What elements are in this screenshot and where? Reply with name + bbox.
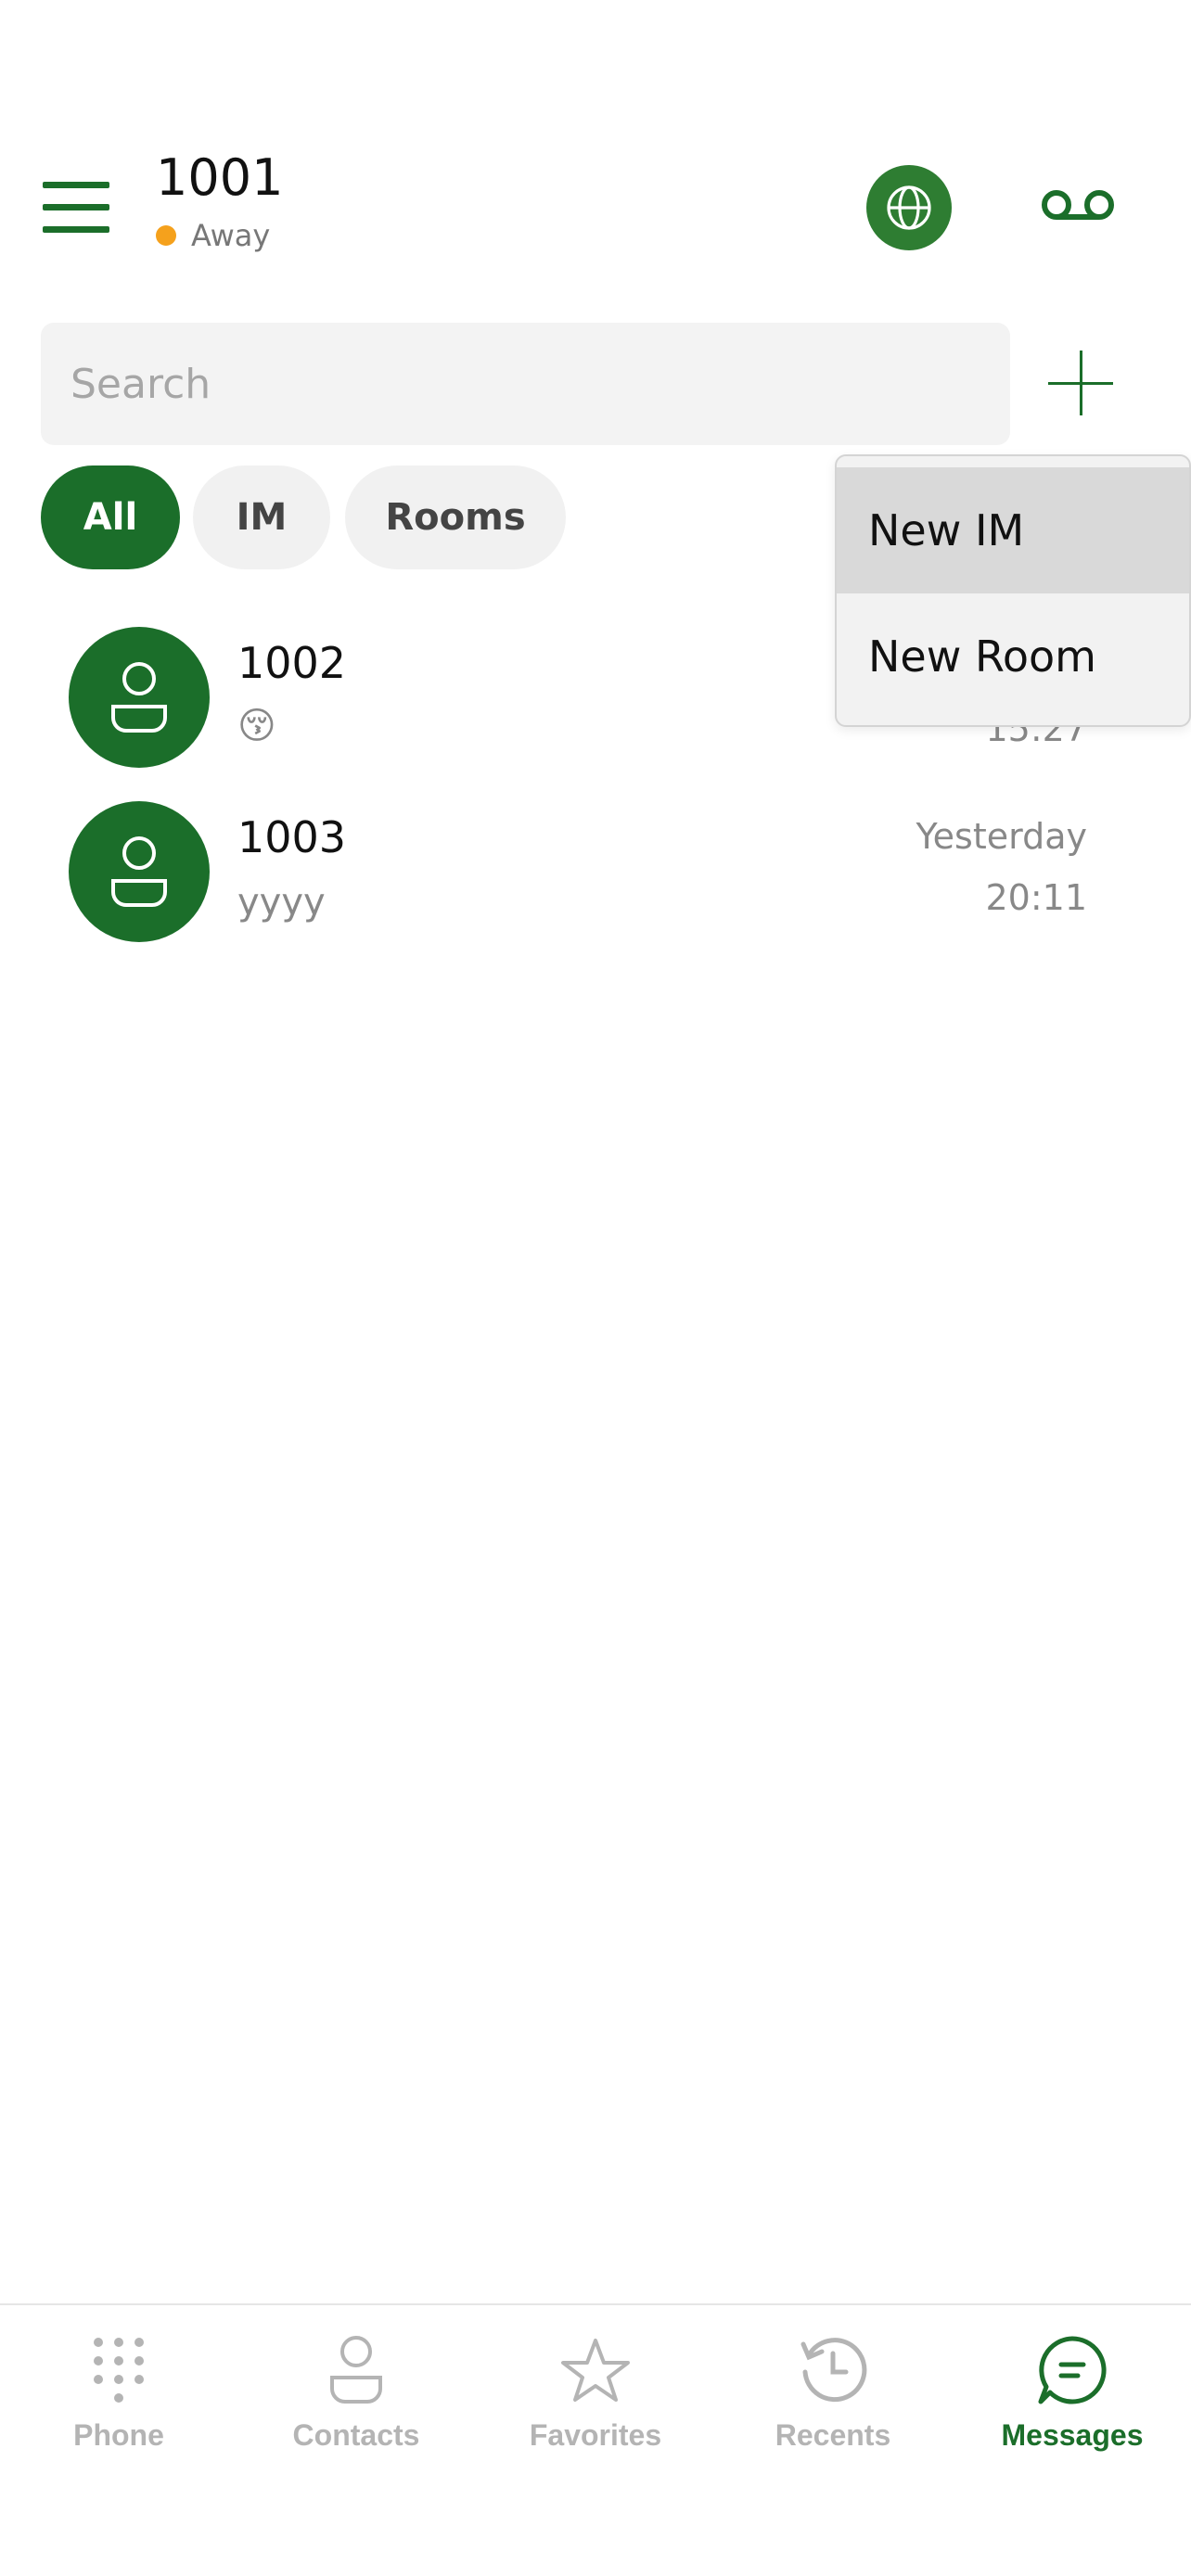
conversation-preview: yyyy: [237, 881, 326, 924]
conversation-name: 1003: [237, 812, 347, 862]
nav-item-recents[interactable]: Recents: [714, 2305, 952, 2491]
conversation-name: 1002: [237, 638, 347, 688]
status-text: Away: [191, 218, 271, 253]
nav-label-recents: Recents: [775, 2418, 891, 2452]
avatar: [69, 627, 210, 768]
star-icon: [558, 2333, 633, 2407]
search-input[interactable]: [41, 323, 1010, 445]
bottom-nav: Phone Contacts Favorites Recents Message…: [0, 2303, 1191, 2576]
person-icon: [111, 836, 167, 907]
dialpad-icon: [82, 2333, 156, 2407]
voicemail-icon: [1042, 190, 1114, 220]
user-id: 1001: [156, 148, 284, 207]
tab-all[interactable]: All: [41, 465, 180, 569]
plus-icon[interactable]: [1048, 351, 1113, 415]
menu-item-new-room[interactable]: New Room: [837, 593, 1189, 720]
menu-item-new-im[interactable]: New IM: [837, 467, 1189, 593]
nav-label-messages: Messages: [1001, 2418, 1144, 2452]
nav-label-contacts: Contacts: [292, 2418, 420, 2452]
nav-label-favorites: Favorites: [529, 2418, 662, 2452]
contacts-icon: [319, 2333, 393, 2407]
conversation-time: 20:11: [985, 877, 1087, 918]
history-icon: [796, 2333, 870, 2407]
conversation-item[interactable]: 1003 yyyy Yesterday 20:11: [0, 799, 1191, 957]
nav-item-favorites[interactable]: Favorites: [477, 2305, 714, 2491]
nav-label-phone: Phone: [73, 2418, 164, 2452]
hamburger-menu-icon[interactable]: [43, 182, 113, 234]
nav-item-phone[interactable]: Phone: [0, 2305, 237, 2491]
presence-status[interactable]: Away: [156, 217, 270, 254]
voicemail-button[interactable]: [1041, 182, 1115, 228]
tab-rooms[interactable]: Rooms: [345, 465, 566, 569]
tab-im[interactable]: IM: [193, 465, 330, 569]
new-conversation-menu: New IM New Room: [835, 454, 1191, 727]
avatar: [69, 801, 210, 942]
globe-button[interactable]: [866, 165, 952, 250]
nav-item-contacts[interactable]: Contacts: [237, 2305, 475, 2491]
conversation-date: Yesterday: [916, 816, 1087, 857]
status-dot: [156, 225, 176, 246]
person-icon: [111, 662, 167, 733]
globe-icon: [887, 185, 931, 230]
chat-bubble-icon: [1035, 2333, 1109, 2407]
conversation-preview: 😚: [237, 705, 276, 747]
nav-item-messages[interactable]: Messages: [954, 2305, 1191, 2491]
